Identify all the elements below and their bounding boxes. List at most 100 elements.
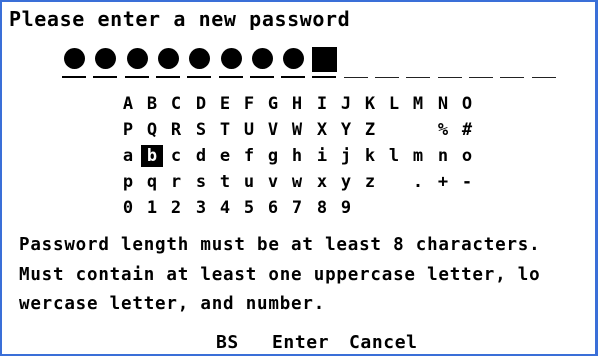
key-H[interactable]: H bbox=[287, 93, 307, 115]
prompt-title: Please enter a new password bbox=[9, 7, 351, 31]
password-dot-icon bbox=[252, 48, 273, 69]
key-5[interactable]: 5 bbox=[239, 197, 259, 219]
password-dot-icon bbox=[64, 48, 85, 69]
key-O[interactable]: O bbox=[457, 93, 477, 115]
slot-underline bbox=[312, 76, 336, 78]
key-f[interactable]: f bbox=[239, 145, 259, 167]
key-a[interactable]: a bbox=[118, 145, 138, 167]
cursor-block-icon bbox=[312, 47, 337, 72]
key-d[interactable]: d bbox=[191, 145, 211, 167]
password-rule-message-line-3: wercase letter, and number. bbox=[19, 294, 326, 314]
key-Q[interactable]: Q bbox=[142, 119, 162, 141]
password-empty-slot bbox=[344, 46, 368, 78]
key-S[interactable]: S bbox=[191, 119, 211, 141]
key-R[interactable]: R bbox=[166, 119, 186, 141]
key-n[interactable]: n bbox=[433, 145, 453, 167]
key-k[interactable]: k bbox=[360, 145, 380, 167]
enter-button[interactable]: Enter bbox=[272, 332, 329, 353]
key-2[interactable]: 2 bbox=[166, 197, 186, 219]
password-empty-slot bbox=[438, 46, 462, 78]
key-.[interactable]: . bbox=[408, 171, 428, 193]
key-b[interactable]: b bbox=[141, 145, 163, 167]
key-#[interactable]: # bbox=[457, 119, 477, 141]
password-dot-icon bbox=[221, 48, 242, 69]
key-P[interactable]: P bbox=[118, 119, 138, 141]
key-E[interactable]: E bbox=[215, 93, 235, 115]
key-J[interactable]: J bbox=[336, 93, 356, 115]
key-Y[interactable]: Y bbox=[336, 119, 356, 141]
key-l[interactable]: l bbox=[384, 145, 404, 167]
password-field[interactable] bbox=[62, 46, 562, 78]
password-char-dot bbox=[156, 46, 180, 78]
key-z[interactable]: z bbox=[360, 171, 380, 193]
key-G[interactable]: G bbox=[263, 93, 283, 115]
key-M[interactable]: M bbox=[408, 93, 428, 115]
slot-underline bbox=[438, 76, 462, 78]
key-C[interactable]: C bbox=[166, 93, 186, 115]
key-6[interactable]: 6 bbox=[263, 197, 283, 219]
key-0[interactable]: 0 bbox=[118, 197, 138, 219]
key--[interactable]: - bbox=[457, 171, 477, 193]
key-q[interactable]: q bbox=[142, 171, 162, 193]
key-B[interactable]: B bbox=[142, 93, 162, 115]
key-g[interactable]: g bbox=[263, 145, 283, 167]
key-4[interactable]: 4 bbox=[215, 197, 235, 219]
key-8[interactable]: 8 bbox=[312, 197, 332, 219]
key-T[interactable]: T bbox=[215, 119, 235, 141]
key-K[interactable]: K bbox=[360, 93, 380, 115]
key-F[interactable]: F bbox=[239, 93, 259, 115]
key-h[interactable]: h bbox=[287, 145, 307, 167]
key-A[interactable]: A bbox=[118, 93, 138, 115]
key-w[interactable]: w bbox=[287, 171, 307, 193]
key-o[interactable]: o bbox=[457, 145, 477, 167]
key-N[interactable]: N bbox=[433, 93, 453, 115]
password-char-dot bbox=[62, 46, 86, 78]
cancel-button[interactable]: Cancel bbox=[349, 332, 418, 353]
slot-underline bbox=[406, 76, 430, 78]
password-dot-icon bbox=[283, 48, 304, 69]
password-rule-message-line-2: Must contain at least one uppercase lett… bbox=[19, 265, 541, 285]
key-y[interactable]: y bbox=[336, 171, 356, 193]
password-empty-slot bbox=[500, 46, 524, 78]
key-t[interactable]: t bbox=[215, 171, 235, 193]
slot-underline bbox=[219, 76, 243, 78]
key-v[interactable]: v bbox=[263, 171, 283, 193]
key-X[interactable]: X bbox=[312, 119, 332, 141]
key-U[interactable]: U bbox=[239, 119, 259, 141]
key-9[interactable]: 9 bbox=[336, 197, 356, 219]
key-e[interactable]: e bbox=[215, 145, 235, 167]
key-m[interactable]: m bbox=[408, 145, 428, 167]
key-I[interactable]: I bbox=[312, 93, 332, 115]
key-D[interactable]: D bbox=[191, 93, 211, 115]
key-u[interactable]: u bbox=[239, 171, 259, 193]
key-s[interactable]: s bbox=[191, 171, 211, 193]
key-j[interactable]: j bbox=[336, 145, 356, 167]
slot-underline bbox=[344, 76, 368, 78]
key-r[interactable]: r bbox=[166, 171, 186, 193]
backspace-button[interactable]: BS bbox=[216, 332, 239, 353]
key-x[interactable]: x bbox=[312, 171, 332, 193]
key-7[interactable]: 7 bbox=[287, 197, 307, 219]
key-c[interactable]: c bbox=[166, 145, 186, 167]
slot-underline bbox=[156, 76, 180, 78]
key-3[interactable]: 3 bbox=[191, 197, 211, 219]
password-char-dot bbox=[250, 46, 274, 78]
slot-underline bbox=[187, 76, 211, 78]
slot-underline bbox=[375, 76, 399, 78]
key-p[interactable]: p bbox=[118, 171, 138, 193]
key-+[interactable]: + bbox=[433, 171, 453, 193]
key-L[interactable]: L bbox=[384, 93, 404, 115]
key-V[interactable]: V bbox=[263, 119, 283, 141]
key-W[interactable]: W bbox=[287, 119, 307, 141]
password-char-dot bbox=[187, 46, 211, 78]
key-%[interactable]: % bbox=[433, 119, 453, 141]
slot-underline bbox=[250, 76, 274, 78]
password-rule-message-line-1: Password length must be at least 8 chara… bbox=[19, 235, 541, 255]
key-Z[interactable]: Z bbox=[360, 119, 380, 141]
password-char-dot bbox=[219, 46, 243, 78]
key-i[interactable]: i bbox=[312, 145, 332, 167]
password-empty-slot bbox=[375, 46, 399, 78]
slot-underline bbox=[93, 76, 117, 78]
password-dot-icon bbox=[158, 48, 179, 69]
key-1[interactable]: 1 bbox=[142, 197, 162, 219]
